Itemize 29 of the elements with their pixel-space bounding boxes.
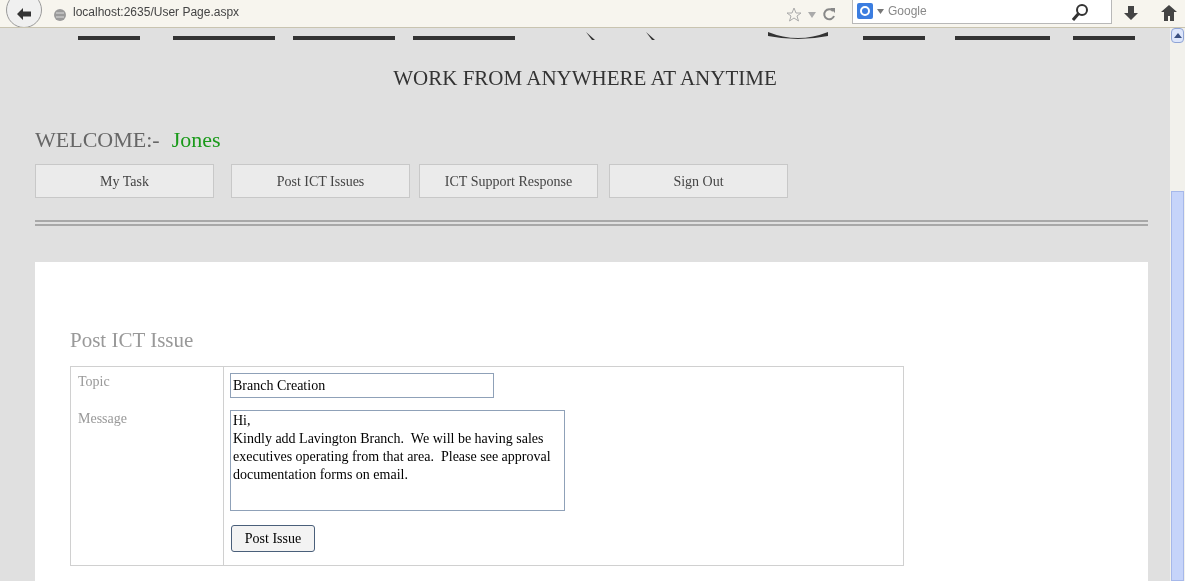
back-arrow-icon: [17, 8, 31, 20]
user-name: Jones: [171, 126, 221, 154]
nav-button[interactable]: Sign Out: [609, 164, 788, 198]
post-issue-button[interactable]: Post Issue: [231, 525, 315, 552]
search-field[interactable]: Google: [852, 0, 1112, 24]
welcome-label: WELCOME:-: [35, 126, 160, 154]
scroll-up-button[interactable]: [1171, 28, 1184, 43]
search-placeholder: Google: [888, 3, 927, 20]
nav-button[interactable]: My Task: [35, 164, 214, 198]
google-icon: [857, 3, 873, 19]
globe-icon: [53, 8, 67, 22]
dropdown-icon: [877, 8, 884, 14]
back-button[interactable]: [6, 0, 42, 27]
form-title: Post ICT Issue: [70, 327, 195, 354]
field-label: Topic: [78, 373, 111, 391]
home-icon[interactable]: [1160, 4, 1178, 22]
topic-field[interactable]: Branch Creation: [230, 373, 494, 398]
field-label: Message: [78, 410, 128, 428]
reload-icon[interactable]: [822, 7, 836, 21]
scroll-thumb[interactable]: [1171, 191, 1184, 581]
arrow-up-icon: [1173, 33, 1182, 38]
download-icon[interactable]: [1123, 6, 1139, 22]
search-icon[interactable]: [1072, 4, 1088, 22]
url-text[interactable]: localhost:2635/User Page.aspx: [73, 3, 240, 21]
nav-button[interactable]: ICT Support Response: [419, 164, 598, 198]
tagline: WORK FROM ANYWHERE AT ANYTIME: [392, 65, 778, 92]
message-field[interactable]: Hi, Kindly add Lavington Branch. We will be having sales executives operating from that area. Please see approval documentation forms on email.: [230, 410, 565, 511]
nav-button[interactable]: Post ICT Issues: [231, 164, 410, 198]
star-icon[interactable]: [786, 7, 802, 23]
